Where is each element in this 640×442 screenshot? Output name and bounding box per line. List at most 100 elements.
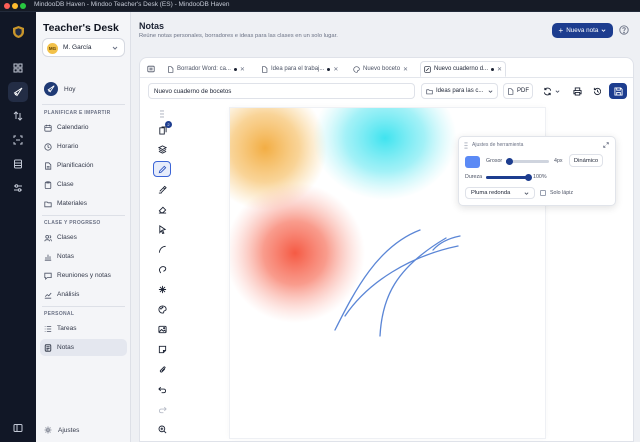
folder-icon bbox=[44, 200, 52, 208]
sliders-icon[interactable] bbox=[8, 178, 28, 198]
sidebar-item-label: Horario bbox=[57, 143, 79, 150]
list-view-icon bbox=[147, 65, 155, 73]
help-icon[interactable] bbox=[619, 25, 629, 35]
close-window-button[interactable] bbox=[4, 3, 10, 9]
color-swatch[interactable] bbox=[465, 156, 480, 168]
sidebar-divider bbox=[42, 306, 125, 307]
sidebar-item-horario[interactable]: Horario bbox=[40, 138, 127, 155]
close-icon[interactable]: ✕ bbox=[403, 66, 408, 73]
sidebar-item-label: Notas bbox=[57, 253, 74, 260]
sidebar-item-materiales[interactable]: Materiales bbox=[40, 195, 127, 212]
sidebar-item-calendario[interactable]: Calendario bbox=[40, 119, 127, 136]
tab-label: Nuevo boceto bbox=[363, 66, 401, 72]
sidebar-item-notas[interactable]: Notas bbox=[40, 339, 127, 356]
chevron-down-icon bbox=[112, 45, 118, 51]
database-icon[interactable] bbox=[8, 154, 28, 174]
highlighter-tool-button[interactable] bbox=[153, 181, 171, 197]
image-icon bbox=[157, 325, 167, 334]
dynamic-button[interactable]: Dinámico bbox=[569, 154, 603, 167]
app-logo-icon[interactable] bbox=[8, 22, 28, 42]
attach-tool-button[interactable] bbox=[153, 361, 171, 377]
close-icon[interactable]: ✕ bbox=[497, 66, 502, 73]
curve-tool-button[interactable] bbox=[153, 241, 171, 257]
sidebar-item-label: Clase bbox=[57, 181, 74, 188]
export-pdf-button[interactable]: PDF bbox=[503, 83, 533, 99]
sidebar: Teacher's Desk MG M. García Hoy Planific… bbox=[36, 12, 131, 442]
tab-list-toggle[interactable] bbox=[144, 61, 158, 77]
sidebar-item-planificacion[interactable]: Planificación bbox=[40, 157, 127, 174]
expand-icon[interactable] bbox=[603, 142, 609, 148]
tab-borrador-word[interactable]: Borrador Word: ca... ✕ bbox=[164, 61, 248, 77]
sidebar-item-clase[interactable]: Clase bbox=[40, 176, 127, 193]
pen-tool-button[interactable] bbox=[153, 161, 171, 177]
sidebar-toggle-icon[interactable] bbox=[8, 418, 28, 438]
close-icon[interactable]: ✕ bbox=[240, 66, 245, 73]
brush-select[interactable]: Pluma redonda bbox=[465, 187, 535, 199]
thickness-slider[interactable] bbox=[506, 158, 549, 165]
select-tool-button[interactable] bbox=[153, 221, 171, 237]
sidebar-item-label: Notas bbox=[57, 344, 74, 351]
list-icon bbox=[44, 325, 52, 333]
undo-button[interactable] bbox=[153, 381, 171, 397]
sidebar-item-notas-grades[interactable]: Notas bbox=[40, 248, 127, 265]
palette-icon bbox=[353, 65, 360, 73]
tab-nuevo-boceto[interactable]: Nuevo boceto ✕ bbox=[350, 61, 411, 77]
tab-idea-trabajo[interactable]: Idea para el trabaj... ✕ bbox=[258, 61, 341, 77]
drag-handle-icon[interactable] bbox=[464, 142, 468, 149]
drag-handle-icon[interactable] bbox=[153, 106, 171, 122]
file-plan-icon bbox=[44, 161, 52, 170]
sidebar-item-label: Hoy bbox=[64, 85, 76, 93]
close-icon[interactable]: ✕ bbox=[333, 66, 338, 73]
tab-nuevo-cuaderno[interactable]: Nuevo cuaderno d... ✕ bbox=[420, 61, 507, 77]
slider-knob[interactable] bbox=[506, 158, 513, 165]
section-header-personal: Personal bbox=[44, 311, 75, 317]
pages-button[interactable]: 2 bbox=[153, 121, 172, 138]
new-note-button[interactable]: + Nueva nota bbox=[552, 23, 613, 38]
sidebar-divider bbox=[42, 215, 125, 216]
sticky-tool-button[interactable] bbox=[153, 341, 171, 357]
layers-button[interactable] bbox=[153, 141, 171, 157]
sidebar-item-label: Materiales bbox=[57, 200, 87, 207]
scan-icon[interactable] bbox=[8, 130, 28, 150]
sidebar-item-ajustes[interactable]: Ajustes bbox=[40, 422, 127, 438]
bar-chart-icon bbox=[44, 253, 52, 261]
section-header-plan: Planificar e impartir bbox=[44, 110, 111, 116]
slider-knob[interactable] bbox=[524, 174, 532, 181]
lasso-tool-button[interactable] bbox=[153, 261, 171, 277]
tab-bar: Borrador Word: ca... ✕ Idea para el trab… bbox=[140, 58, 633, 78]
cyan-blob bbox=[313, 108, 457, 200]
sidebar-item-clases[interactable]: Clases bbox=[40, 229, 127, 246]
sidebar-item-hoy[interactable]: Hoy bbox=[42, 80, 125, 98]
sidebar-item-tareas[interactable]: Tareas bbox=[40, 320, 127, 337]
lasso-icon bbox=[158, 265, 167, 274]
save-button[interactable] bbox=[609, 83, 627, 99]
rocket-icon[interactable] bbox=[8, 82, 28, 102]
sidebar-item-analisis[interactable]: Análisis bbox=[40, 286, 127, 303]
history-button[interactable] bbox=[589, 83, 605, 99]
document-title-input[interactable]: Nuevo cuaderno de bocetos bbox=[148, 83, 415, 99]
sync-icon[interactable] bbox=[8, 106, 28, 126]
color-tool-button[interactable] bbox=[153, 301, 171, 317]
sidebar-item-reuniones[interactable]: Reuniones y notas bbox=[40, 267, 127, 284]
layers-icon bbox=[157, 144, 167, 154]
file-icon bbox=[507, 87, 514, 95]
zoom-button[interactable] bbox=[153, 421, 171, 437]
zoom-in-icon bbox=[158, 425, 167, 434]
hardness-slider[interactable] bbox=[486, 174, 532, 181]
folder-select[interactable]: Ideas para las c... bbox=[421, 83, 498, 99]
redo-button[interactable] bbox=[153, 401, 171, 417]
print-button[interactable] bbox=[569, 83, 585, 99]
sketch-icon bbox=[424, 65, 431, 73]
sync-menu-button[interactable] bbox=[537, 83, 565, 99]
chevron-down-icon bbox=[601, 28, 606, 33]
refresh-icon bbox=[543, 87, 552, 96]
maximize-window-button[interactable] bbox=[20, 3, 26, 9]
paperclip-icon bbox=[158, 365, 167, 374]
minimize-window-button[interactable] bbox=[12, 3, 18, 9]
pencil-only-checkbox[interactable] bbox=[540, 190, 546, 196]
eraser-tool-button[interactable] bbox=[153, 201, 171, 217]
dashboard-icon[interactable] bbox=[8, 58, 28, 78]
user-switcher[interactable]: MG M. García bbox=[42, 38, 125, 57]
effects-tool-button[interactable] bbox=[153, 281, 171, 297]
image-tool-button[interactable] bbox=[153, 321, 171, 337]
